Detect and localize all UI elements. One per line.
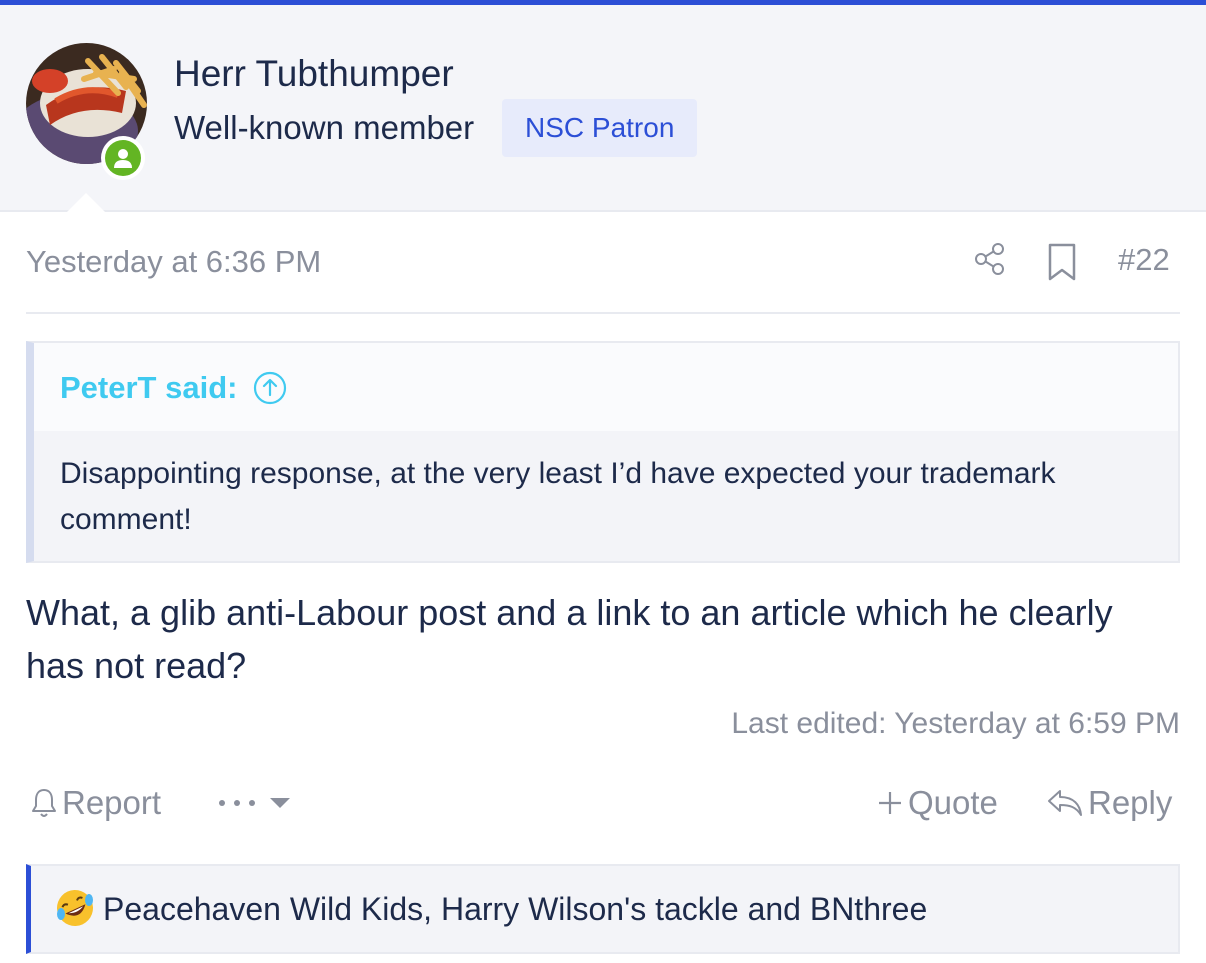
user-banner: NSC Patron bbox=[502, 99, 698, 157]
online-status-badge bbox=[101, 136, 145, 180]
quote-text: Disappointing response, at the very leas… bbox=[60, 457, 1056, 536]
quote-header: PeterT said: bbox=[34, 343, 1178, 431]
message-user-header: Herr Tubthumper Well-known member NSC Pa… bbox=[0, 5, 1206, 215]
quote-author-link[interactable]: PeterT said: bbox=[60, 370, 287, 406]
user-title: Well-known member bbox=[174, 109, 475, 146]
report-button[interactable]: Report bbox=[30, 784, 161, 822]
reaction-users-link[interactable]: Peacehaven Wild Kids, Harry Wilson's tac… bbox=[103, 891, 927, 928]
report-label: Report bbox=[62, 784, 162, 821]
quote-block: PeterT said: Disappointing response, at … bbox=[26, 341, 1180, 563]
reply-button[interactable]: Reply bbox=[1046, 784, 1172, 822]
quote-label: Quote bbox=[908, 784, 998, 821]
post-message: What, a glib anti-Labour post and a link… bbox=[26, 592, 1113, 686]
rofl-emoji-icon bbox=[57, 890, 93, 926]
reply-icon bbox=[1048, 790, 1082, 816]
arrow-up-circle-icon[interactable] bbox=[253, 371, 287, 405]
caret-down-icon bbox=[270, 798, 290, 808]
quote-button[interactable]: Quote bbox=[876, 784, 998, 822]
bookmark-icon[interactable] bbox=[1046, 243, 1078, 281]
quote-author-label: PeterT said: bbox=[60, 370, 238, 405]
last-edited-note: Last edited: Yesterday at 6:59 PM bbox=[731, 707, 1180, 740]
more-dots-icon bbox=[219, 798, 290, 808]
bell-icon bbox=[32, 789, 56, 817]
header-pointer-arrow bbox=[64, 193, 108, 215]
share-icon[interactable] bbox=[972, 241, 1008, 277]
post-date-link[interactable]: Yesterday at 6:36 PM bbox=[26, 244, 321, 280]
plus-icon bbox=[879, 792, 901, 814]
reactions-bar[interactable]: Peacehaven Wild Kids, Harry Wilson's tac… bbox=[26, 864, 1180, 954]
header-divider bbox=[26, 312, 1180, 314]
more-options-button[interactable] bbox=[216, 787, 296, 817]
reply-label: Reply bbox=[1088, 784, 1173, 821]
user-icon bbox=[114, 149, 132, 168]
username-link[interactable]: Herr Tubthumper bbox=[174, 53, 454, 95]
post-number-link[interactable]: #22 bbox=[1118, 242, 1170, 278]
